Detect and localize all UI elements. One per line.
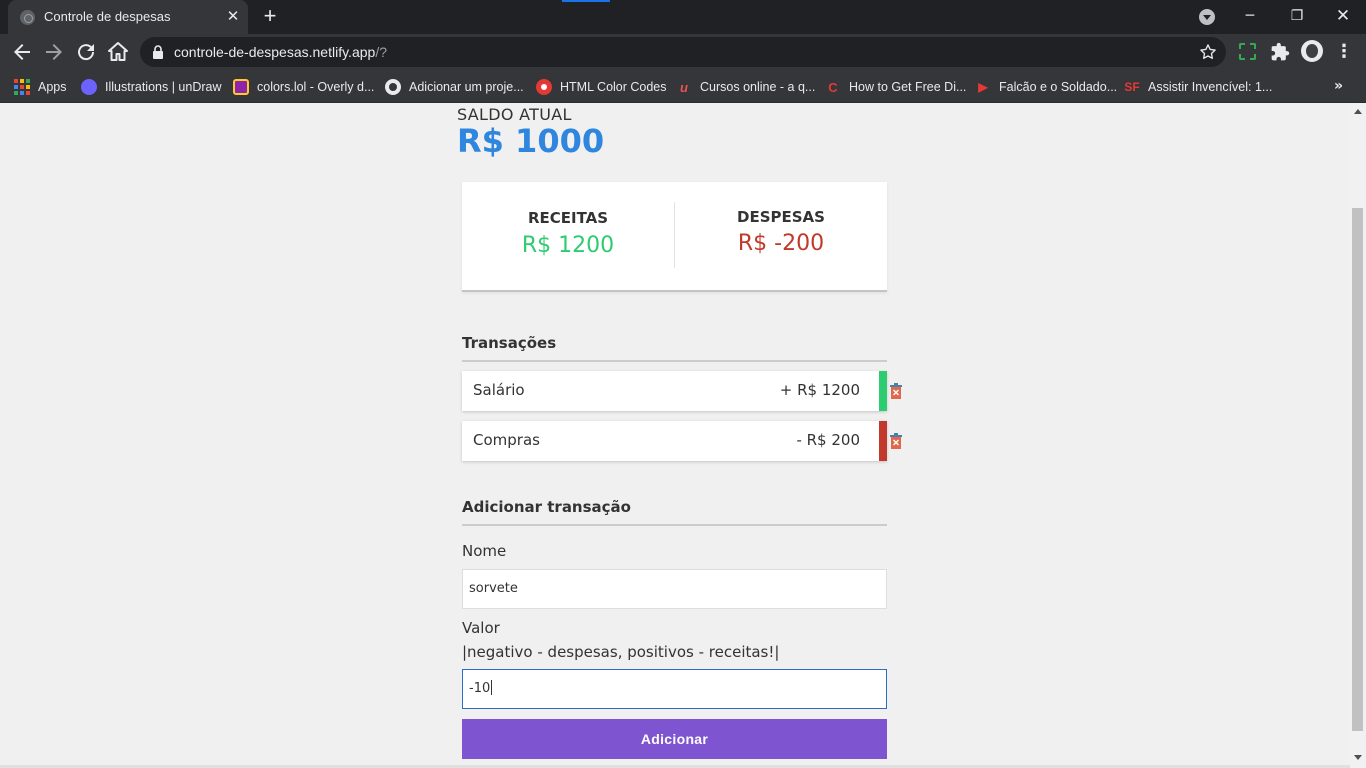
income-title: RECEITAS [527,209,609,227]
page-viewport: SALDO ATUAL R$ 1000 RECEITAS R$ 1200 DES… [0,103,1350,768]
address-bar[interactable]: controle-de-despesas.netlify.app/? [140,37,1226,67]
income-summary: RECEITAS R$ 1200 [462,182,674,290]
forward-arrow-icon[interactable] [42,40,66,64]
url-text[interactable]: controle-de-despesas.netlify.app/? [174,44,387,60]
bookmark-undraw[interactable]: Illustrations | unDraw [81,76,222,98]
bookmark-github[interactable]: Adicionar um proje... [385,76,524,98]
bookmark-label: colors.lol - Overly d... [257,80,375,94]
reload-icon[interactable] [74,40,98,64]
bookmark-label: HTML Color Codes [560,80,667,94]
scroll-up-arrow-icon[interactable] [1354,109,1362,114]
name-input[interactable]: sorvete [462,569,887,609]
extension-icon[interactable] [1239,43,1256,60]
lock-icon[interactable] [152,45,164,59]
bookmark-falcao[interactable]: ▶ Falcão e o Soldado... [975,76,1117,98]
name-label: Nome [462,542,507,560]
colors-lol-icon [233,79,249,95]
window-restore-button[interactable]: ❐ [1285,4,1309,28]
scroll-down-arrow-icon[interactable] [1354,755,1362,760]
window-close-button[interactable]: ✕ [1331,4,1355,28]
income-amount: R$ 1200 [521,233,615,258]
expense-summary: DESPESAS R$ -200 [675,182,887,290]
udemy-icon: u [680,79,688,95]
bookmark-html-color-codes[interactable]: HTML Color Codes [536,76,667,98]
tab-close-icon[interactable]: ✕ [224,7,242,25]
new-tab-button[interactable]: + [258,5,282,29]
play-icon: ▶ [978,80,988,94]
c-icon: C [828,79,838,95]
expense-amount: R$ -200 [737,231,825,256]
globe-icon [20,10,35,25]
add-transaction-heading: Adicionar transação [462,498,887,526]
add-transaction-button[interactable]: Adicionar [462,719,887,759]
transaction-name: Salário [473,381,525,399]
url-path: /? [375,44,387,60]
value-hint: |negativo - despesas, positivos - receit… [462,643,780,661]
delete-trash-icon[interactable] [889,383,903,399]
page-scrollbar[interactable] [1350,103,1366,768]
url-host: controle-de-despesas.netlify.app [174,44,376,60]
extensions-puzzle-icon[interactable] [1270,42,1290,62]
balance-value: R$ 1000 [457,122,605,160]
browser-toolbar: controle-de-despesas.netlify.app/? ⋮ [0,34,1366,70]
expense-title: DESPESAS [737,208,825,226]
undraw-icon [81,79,97,95]
transaction-item: Salário + R$ 1200 [462,371,902,411]
transactions-heading: Transações [462,334,887,362]
transaction-item: Compras - R$ 200 [462,421,902,461]
transaction-amount: - R$ 200 [796,431,860,449]
transaction-name: Compras [473,431,540,449]
github-icon [385,79,401,95]
browser-tab-active[interactable]: Controle de despesas ✕ [8,0,248,34]
window-minimize-button[interactable]: ─ [1238,4,1262,28]
bookmark-label: How to Get Free Di... [849,80,967,94]
amount-input[interactable]: -10 [462,669,887,709]
bookmark-label: Apps [38,80,67,94]
bookmark-colors-lol[interactable]: colors.lol - Overly d... [233,76,374,98]
value-label: Valor [462,619,500,637]
tabstrip-accent-line [562,0,610,2]
bookmark-label: Illustrations | unDraw [105,80,222,94]
bookmark-label: Falcão e o Soldado... [999,80,1118,94]
bookmarks-bar: Apps Illustrations | unDraw colors.lol -… [0,70,1366,103]
delete-trash-icon[interactable] [889,433,903,449]
tab-title: Controle de despesas [44,9,171,24]
sf-icon: SF [1124,80,1140,94]
html-color-codes-icon [536,79,552,95]
bookmark-free-discord[interactable]: C How to Get Free Di... [825,76,966,98]
apps-grid-icon [14,79,30,95]
bookmark-label: Assistir Invencível: 1... [1148,80,1273,94]
bookmark-invencivel[interactable]: SF Assistir Invencível: 1... [1124,76,1272,98]
transaction-amount: + R$ 1200 [779,381,860,399]
bookmark-label: Cursos online - a q... [700,80,816,94]
bookmark-udemy[interactable]: u Cursos online - a q... [676,76,815,98]
back-arrow-icon[interactable] [10,40,34,64]
bookmarks-overflow-icon[interactable]: » [1334,78,1343,94]
scrollbar-thumb[interactable] [1352,208,1363,731]
bookmark-apps[interactable]: Apps [14,76,67,98]
bookmark-star-icon[interactable] [1198,42,1218,62]
browser-tabstrip: Controle de despesas ✕ + ─ ❐ ✕ [0,0,1366,34]
text-caret [491,680,493,695]
home-icon[interactable] [106,40,130,64]
name-input-value: sorvete [469,581,518,596]
tab-search-icon[interactable] [1199,9,1215,25]
bookmark-label: Adicionar um proje... [409,80,524,94]
amount-input-value: -10 [469,681,491,696]
browser-menu-icon[interactable]: ⋮ [1334,40,1354,64]
profile-avatar[interactable] [1301,40,1323,62]
summary-card: RECEITAS R$ 1200 DESPESAS R$ -200 [462,182,887,292]
